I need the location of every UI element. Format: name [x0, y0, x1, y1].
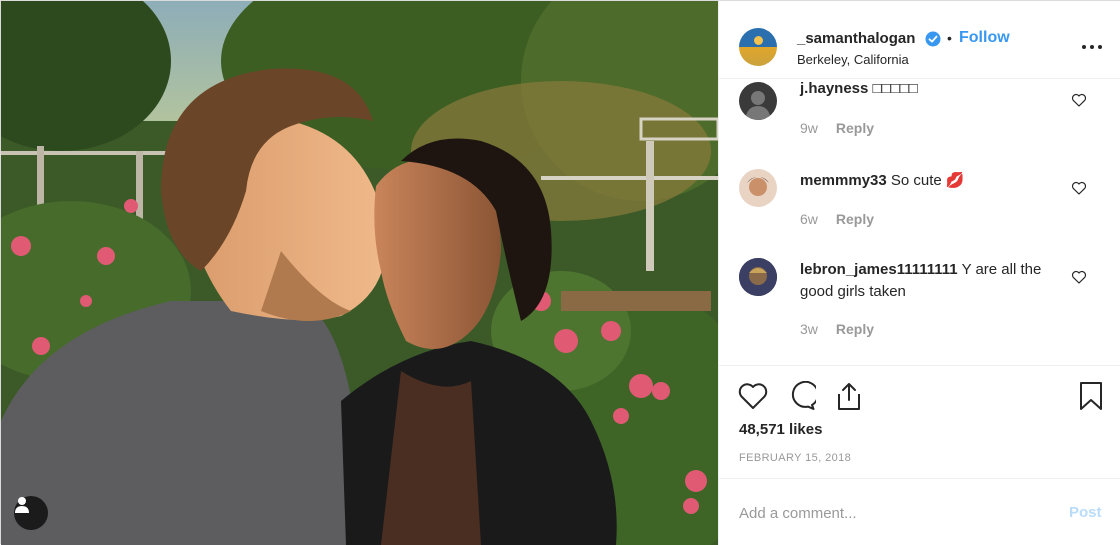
- comment-body: So cute 💋: [890, 172, 965, 189]
- comments-list[interactable]: j.hayness □□□□□ 9w Reply memmmy33 So cute…: [719, 80, 1120, 366]
- reply-button[interactable]: Reply: [836, 321, 874, 337]
- add-comment-bar: Post: [719, 480, 1120, 545]
- heart-outline-icon: [738, 383, 768, 409]
- comment-username[interactable]: j.hayness: [800, 80, 868, 97]
- user-icon: [15, 497, 29, 513]
- separator-dot: •: [947, 30, 952, 46]
- commenter-avatar[interactable]: [739, 169, 777, 207]
- comment-meta: 6w Reply: [800, 211, 874, 227]
- like-comment-icon[interactable]: [1071, 92, 1087, 108]
- more-horizontal-icon: [1082, 45, 1102, 49]
- comment-age: 9w: [800, 120, 818, 136]
- like-button[interactable]: [737, 380, 769, 412]
- post-comment-button[interactable]: Post: [1069, 504, 1102, 521]
- post-modal: _samanthalogan • Follow Berkeley, Califo…: [0, 0, 1120, 545]
- post-date[interactable]: FEBRUARY 15, 2018: [739, 452, 851, 464]
- more-options-button[interactable]: [1079, 37, 1105, 57]
- comment-text: j.hayness □□□□□: [800, 80, 1070, 100]
- comment-age: 3w: [800, 321, 818, 337]
- share-upload-icon: [838, 383, 860, 410]
- share-button[interactable]: [833, 380, 865, 412]
- post-photo[interactable]: [1, 1, 718, 545]
- like-comment-icon[interactable]: [1071, 180, 1087, 196]
- tagged-users-button[interactable]: [14, 496, 48, 530]
- comment-text: memmmy33 So cute 💋: [800, 170, 1070, 192]
- bookmark-icon: [1080, 382, 1102, 410]
- comment-username[interactable]: lebron_james11111111: [800, 261, 958, 278]
- commenter-avatar[interactable]: [739, 82, 777, 120]
- comment-button[interactable]: [785, 380, 817, 412]
- comment-meta: 3w Reply: [800, 321, 874, 337]
- reply-button[interactable]: Reply: [836, 211, 874, 227]
- save-button[interactable]: [1075, 380, 1107, 412]
- comment-input[interactable]: [739, 502, 1039, 524]
- comment-meta: 9w Reply: [800, 120, 874, 136]
- commenter-avatar[interactable]: [739, 258, 777, 296]
- reply-button[interactable]: Reply: [836, 120, 874, 136]
- comment-text: lebron_james11111111 Y are all the good …: [800, 259, 1070, 303]
- comment-body: □□□□□: [872, 80, 918, 97]
- follow-button[interactable]: Follow: [959, 29, 1010, 47]
- verified-badge-icon: [925, 31, 941, 47]
- comment-age: 6w: [800, 211, 818, 227]
- comment-bubble-icon: [791, 381, 816, 410]
- author-username[interactable]: _samanthalogan: [797, 30, 915, 47]
- post-actions: 48,571 likes FEBRUARY 15, 2018: [719, 367, 1120, 479]
- comment-username[interactable]: memmmy33: [800, 172, 887, 189]
- post-header: _samanthalogan • Follow Berkeley, Califo…: [719, 1, 1120, 79]
- photo-illustration: [1, 1, 718, 545]
- author-avatar[interactable]: [739, 28, 777, 66]
- post-location[interactable]: Berkeley, California: [797, 52, 909, 67]
- post-sidebar: _samanthalogan • Follow Berkeley, Califo…: [718, 1, 1120, 545]
- like-comment-icon[interactable]: [1071, 269, 1087, 285]
- likes-count[interactable]: 48,571 likes: [739, 421, 822, 438]
